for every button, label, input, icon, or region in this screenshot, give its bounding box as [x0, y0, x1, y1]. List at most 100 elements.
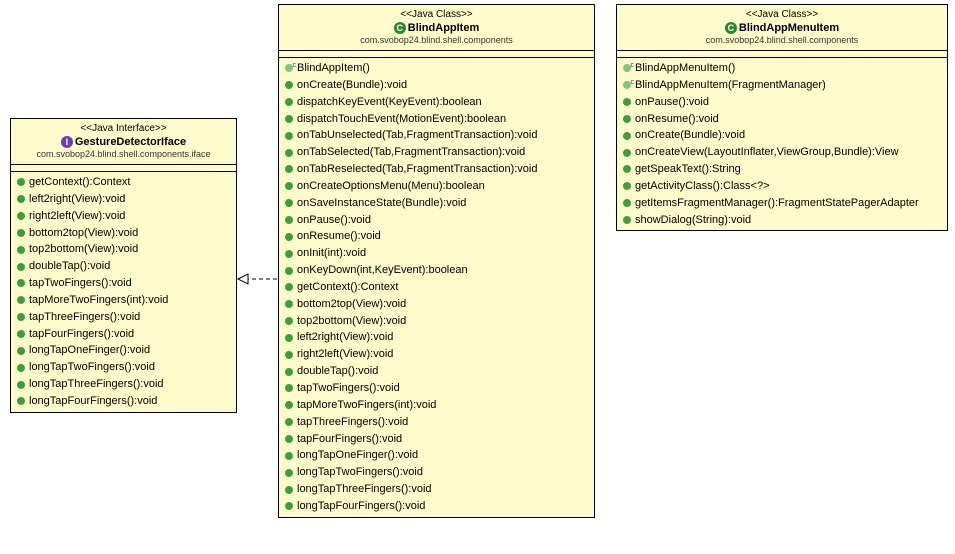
uml-method: BlindAppMenuItem(FragmentManager) — [617, 77, 947, 94]
stereotype-label: <<Java Interface>> — [17, 122, 230, 135]
public-visibility-icon — [623, 132, 631, 140]
public-visibility-icon — [623, 98, 631, 106]
method-signature: top2bottom(View):void — [29, 242, 138, 257]
method-signature: longTapTwoFingers():void — [29, 360, 155, 375]
public-visibility-icon — [17, 279, 25, 287]
uml-method: getContext():Context — [279, 279, 594, 296]
method-signature: getItemsFragmentManager():FragmentStateP… — [635, 196, 919, 211]
method-signature: tapThreeFingers():void — [29, 310, 140, 325]
public-visibility-icon — [285, 469, 293, 477]
uml-method: bottom2top(View):void — [11, 225, 236, 242]
method-signature: bottom2top(View):void — [29, 226, 138, 241]
method-signature: dispatchTouchEvent(MotionEvent):boolean — [297, 112, 506, 127]
uml-method: longTapThreeFingers():void — [279, 481, 594, 498]
public-visibility-icon — [17, 296, 25, 304]
uml-method: onCreate(Bundle):void — [279, 77, 594, 94]
public-visibility-icon — [623, 182, 631, 190]
public-visibility-icon — [17, 229, 25, 237]
method-signature: longTapOneFinger():void — [29, 343, 150, 358]
uml-method: bottom2top(View):void — [279, 296, 594, 313]
public-visibility-icon — [17, 246, 25, 254]
uml-method: top2bottom(View):void — [11, 241, 236, 258]
public-visibility-icon — [285, 486, 293, 494]
method-signature: longTapTwoFingers():void — [297, 465, 423, 480]
public-visibility-icon — [17, 195, 25, 203]
method-signature: tapMoreTwoFingers(int):void — [297, 398, 436, 413]
method-signature: onResume():void — [635, 112, 719, 127]
public-visibility-icon — [285, 149, 293, 157]
public-visibility-icon — [285, 351, 293, 359]
uml-method: onTabSelected(Tab,FragmentTransaction):v… — [279, 144, 594, 161]
method-signature: BlindAppMenuItem(FragmentManager) — [635, 78, 826, 93]
uml-method: onCreate(Bundle):void — [617, 127, 947, 144]
methods-compartment: BlindAppItem()onCreate(Bundle):voiddispa… — [279, 58, 594, 517]
uml-method: onResume():void — [617, 111, 947, 128]
method-signature: onKeyDown(int,KeyEvent):boolean — [297, 263, 468, 278]
public-visibility-icon — [623, 216, 631, 224]
method-signature: doubleTap():void — [29, 259, 110, 274]
attributes-compartment — [617, 51, 947, 58]
constructor-visibility-icon — [623, 64, 631, 72]
stereotype-label: <<Java Class>> — [285, 8, 588, 21]
uml-method: doubleTap():void — [279, 363, 594, 380]
public-visibility-icon — [285, 300, 293, 308]
method-signature: onSaveInstanceState(Bundle):void — [297, 196, 466, 211]
uml-method: getSpeakText():String — [617, 161, 947, 178]
uml-class-blindappmenuitem: <<Java Class>> CBlindAppMenuItem com.svo… — [616, 4, 948, 231]
public-visibility-icon — [285, 435, 293, 443]
uml-method: onPause():void — [279, 212, 594, 229]
uml-class-blindappitem: <<Java Class>> CBlindAppItem com.svobop2… — [278, 4, 595, 518]
uml-method: longTapTwoFingers():void — [279, 464, 594, 481]
method-signature: getContext():Context — [29, 175, 131, 190]
method-signature: top2bottom(View):void — [297, 314, 406, 329]
public-visibility-icon — [285, 452, 293, 460]
uml-method: tapFourFingers():void — [11, 326, 236, 343]
public-visibility-icon — [285, 502, 293, 510]
package-label: com.svobop24.blind.shell.components — [623, 35, 941, 47]
uml-method: longTapOneFinger():void — [11, 342, 236, 359]
uml-method: doubleTap():void — [11, 258, 236, 275]
uml-method: dispatchKeyEvent(KeyEvent):boolean — [279, 94, 594, 111]
uml-method: top2bottom(View):void — [279, 313, 594, 330]
public-visibility-icon — [285, 250, 293, 258]
method-signature: right2left(View):void — [29, 209, 125, 224]
uml-method: right2left(View):void — [11, 208, 236, 225]
method-signature: showDialog(String):void — [635, 213, 751, 228]
uml-method: onInit(int):void — [279, 245, 594, 262]
public-visibility-icon — [285, 182, 293, 190]
public-visibility-icon — [285, 199, 293, 207]
public-visibility-icon — [623, 115, 631, 123]
uml-method: onTabUnselected(Tab,FragmentTransaction)… — [279, 127, 594, 144]
uml-method: left2right(View):void — [11, 191, 236, 208]
uml-method: left2right(View):void — [279, 329, 594, 346]
method-signature: onInit(int):void — [297, 246, 366, 261]
public-visibility-icon — [285, 233, 293, 241]
stereotype-label: <<Java Class>> — [623, 8, 941, 21]
uml-method: longTapOneFinger():void — [279, 447, 594, 464]
methods-compartment: getContext():Contextleft2right(View):voi… — [11, 172, 236, 412]
method-signature: BlindAppMenuItem() — [635, 61, 735, 76]
method-signature: tapMoreTwoFingers(int):void — [29, 293, 168, 308]
uml-header: <<Java Interface>> IGestureDetectorIface… — [11, 119, 236, 165]
uml-method: tapTwoFingers():void — [279, 380, 594, 397]
constructor-visibility-icon — [623, 81, 631, 89]
public-visibility-icon — [285, 368, 293, 376]
method-signature: left2right(View):void — [297, 330, 393, 345]
method-signature: doubleTap():void — [297, 364, 378, 379]
class-name: CBlindAppMenuItem — [623, 21, 941, 35]
constructor-visibility-icon — [285, 64, 293, 72]
class-name: CBlindAppItem — [285, 21, 588, 35]
uml-method: getItemsFragmentManager():FragmentStateP… — [617, 195, 947, 212]
class-name-text: GestureDetectorIface — [75, 136, 186, 148]
public-visibility-icon — [623, 199, 631, 207]
method-signature: onCreate(Bundle):void — [635, 128, 745, 143]
uml-method: dispatchTouchEvent(MotionEvent):boolean — [279, 111, 594, 128]
method-signature: tapTwoFingers():void — [29, 276, 132, 291]
method-signature: onPause():void — [297, 213, 371, 228]
method-signature: onTabSelected(Tab,FragmentTransaction):v… — [297, 145, 525, 160]
public-visibility-icon — [17, 313, 25, 321]
public-visibility-icon — [285, 81, 293, 89]
uml-interface-gesturedetectoriface: <<Java Interface>> IGestureDetectorIface… — [10, 118, 237, 413]
class-icon: C — [394, 22, 406, 34]
uml-method: tapThreeFingers():void — [279, 414, 594, 431]
